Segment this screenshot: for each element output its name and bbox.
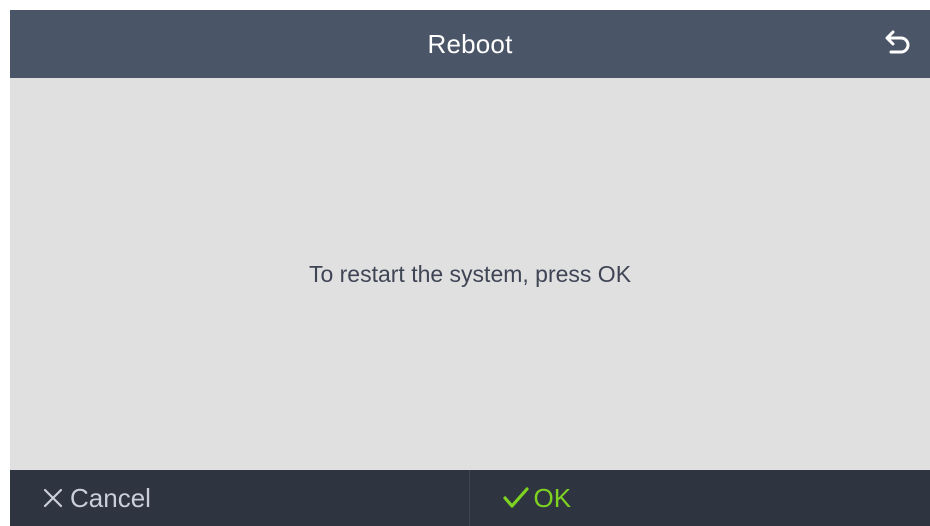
back-arrow-icon — [884, 29, 912, 60]
header-bar: Reboot — [10, 10, 930, 78]
cancel-label: Cancel — [70, 482, 151, 513]
dialog-content: To restart the system, press OK — [10, 78, 930, 470]
checkmark-icon — [502, 485, 530, 511]
footer-bar: Cancel OK — [10, 470, 930, 526]
cancel-button[interactable]: Cancel — [10, 470, 470, 526]
ok-label: OK — [533, 482, 572, 513]
back-button[interactable] — [876, 22, 920, 66]
page-title: Reboot — [427, 28, 513, 59]
confirmation-message: To restart the system, press OK — [308, 260, 632, 287]
ok-button[interactable]: OK — [470, 470, 930, 526]
close-icon — [40, 485, 66, 511]
reboot-dialog: Reboot To restart the system, press OK C… — [10, 10, 930, 526]
